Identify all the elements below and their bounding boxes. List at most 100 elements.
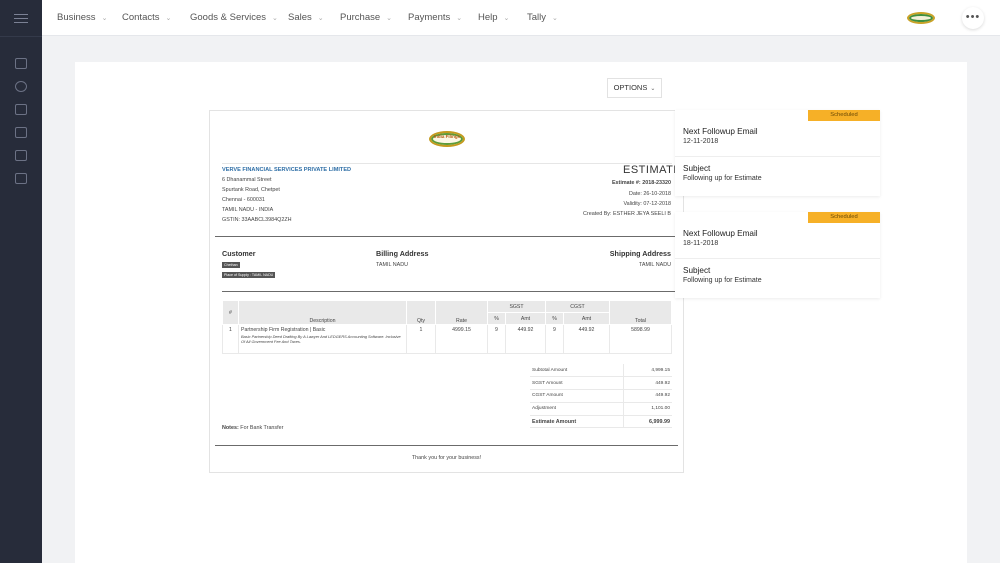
col-cgst-pct: % [545, 312, 564, 325]
document-title: ESTIMATE [623, 164, 682, 176]
col-qty: Qty [406, 300, 436, 325]
summary-row: SGST Amount 449.92 [530, 376, 672, 391]
customer-heading: Customer [222, 249, 256, 258]
estimate-date: Date: 26-10-2018 [629, 191, 671, 197]
row-cgst-pct: 9 [545, 324, 564, 354]
help-circle-icon[interactable] [15, 81, 27, 92]
thank-you-note: Thank you for your business! [411, 455, 482, 461]
chevron-down-icon: ⌄ [386, 15, 393, 22]
row-sgst-amt: 449.92 [505, 324, 546, 354]
summary-label: Subtotal Amount [530, 364, 624, 378]
estimate-number: Estimate #: 2018-23320 [611, 180, 671, 186]
nav-business[interactable]: Business ⌄ [57, 12, 107, 23]
chevron-down-icon: ⌄ [317, 15, 324, 22]
created-by: Created By: ESTHER JEYA SEELI B [583, 211, 671, 217]
summary-label: Estimate Amount [530, 415, 624, 429]
nav-label: Contacts [122, 12, 160, 23]
subject-label: Subject [683, 164, 711, 173]
summary-value: 4,999.15 [622, 364, 672, 378]
chevron-down-icon: ⌄ [272, 15, 278, 22]
top-nav: Business ⌄ Contacts ⌄ Goods & Services ⌄ Sa… [42, 0, 1000, 36]
col-sgst: SGST [487, 300, 546, 313]
item-name: Partnership Firm Registration | Basic [241, 327, 326, 333]
company-address-line: Spurtank Road, Chetpet [222, 187, 280, 193]
summary-label: Adjustment [530, 402, 624, 416]
shipping-address-state: TAMIL NADU [638, 262, 671, 268]
col-sgst-amt: Amt [505, 312, 546, 325]
followup-title: Next Followup Email [683, 229, 758, 238]
nav-purchase[interactable]: Purchase ⌄ [340, 12, 392, 23]
col-description: Description [238, 300, 407, 325]
chevron-down-icon: ⌄ [503, 15, 510, 22]
nav-goods-services[interactable]: Goods & Services ⌄ [190, 12, 278, 23]
nav-label: Purchase [340, 12, 381, 23]
followup-date: 12-11-2018 [683, 138, 719, 145]
subject-value: Following up for Estimate [683, 175, 762, 182]
divider [215, 236, 678, 237]
nav-label: Business [57, 12, 96, 23]
options-label: OPTIONS [613, 83, 648, 92]
col-sgst-pct: % [487, 312, 506, 325]
company-logo[interactable] [907, 12, 935, 24]
nav-label: Tally [527, 12, 547, 23]
row-total: 5898.99 [609, 324, 672, 354]
mail-icon[interactable] [15, 173, 27, 184]
company-address-line: TAMIL NADU - INDIA [222, 207, 274, 213]
divider [222, 163, 672, 164]
nav-tally[interactable]: Tally ⌄ [527, 12, 558, 23]
company-gstin: GSTIN: 33AABCL3984Q2ZH [222, 217, 292, 223]
nav-label: Payments [408, 12, 451, 23]
sidebar [0, 0, 42, 563]
divider [675, 156, 880, 157]
calendar-icon[interactable] [15, 104, 27, 115]
customer-name-badge: Chethan [222, 262, 240, 268]
nav-help[interactable]: Help ⌄ [478, 12, 509, 23]
chevron-down-icon: ⌄ [165, 15, 172, 22]
followup-date: 18-11-2018 [683, 240, 719, 247]
divider [222, 291, 678, 292]
col-num: # [222, 300, 239, 325]
company-address-line: 6 Dhanammal Street [222, 177, 272, 183]
col-total: Total [609, 300, 672, 325]
options-button[interactable]: OPTIONS ⌄ [607, 78, 662, 98]
followup-card[interactable]: Scheduled Next Followup Email 18-11-2018… [675, 212, 880, 298]
line-items-table: # Description Qty Rate SGST CGST Total %… [222, 300, 672, 354]
chevron-down-icon: ⌄ [552, 15, 558, 22]
menu-icon[interactable] [14, 14, 28, 23]
chevron-down-icon: ⌄ [650, 86, 656, 92]
row-rate: 4999.15 [435, 324, 488, 354]
summary-value: 449.92 [622, 389, 672, 403]
summary-row: Adjustment 1,101.00 [530, 402, 672, 416]
summary-label: CGST Amount [530, 389, 624, 403]
table-row: 1 Partnership Firm Registration | Basic … [222, 324, 672, 354]
more-options-button[interactable]: ••• [962, 7, 984, 29]
nav-label: Goods & Services [190, 12, 267, 23]
row-cgst-amt: 449.92 [563, 324, 610, 354]
row-qty: 1 [406, 324, 436, 354]
nav-contacts[interactable]: Contacts ⌄ [122, 12, 171, 23]
list-icon[interactable] [15, 150, 27, 161]
shipping-address-heading: Shipping Address [609, 249, 671, 258]
folder-icon[interactable] [15, 127, 27, 138]
estimate-document: India Filings VERVE FINANCIAL SERVICES P… [209, 110, 684, 473]
report-icon[interactable] [15, 58, 27, 69]
col-cgst: CGST [545, 300, 610, 313]
summary-row: Subtotal Amount 4,999.15 [530, 364, 672, 378]
col-rate: Rate [435, 300, 488, 325]
followup-title: Next Followup Email [683, 127, 758, 136]
nav-payments[interactable]: Payments ⌄ [408, 12, 462, 23]
nav-label: Help [478, 12, 498, 23]
summary-value: 449.92 [622, 376, 672, 391]
row-num: 1 [222, 324, 239, 354]
nav-label: Sales [288, 12, 312, 23]
divider [215, 445, 678, 446]
summary-value: 6,999.99 [622, 415, 672, 429]
followup-card[interactable]: Scheduled Next Followup Email 12-11-2018… [675, 110, 880, 196]
billing-address-state: TAMIL NADU [376, 262, 409, 268]
sidebar-divider [0, 36, 42, 37]
summary-value: 1,101.00 [622, 402, 672, 416]
billing-address-heading: Billing Address [376, 249, 429, 258]
nav-sales[interactable]: Sales ⌄ [288, 12, 324, 23]
place-of-supply-badge: Place of Supply : TAMIL NADU [222, 272, 276, 278]
subject-label: Subject [683, 266, 711, 275]
